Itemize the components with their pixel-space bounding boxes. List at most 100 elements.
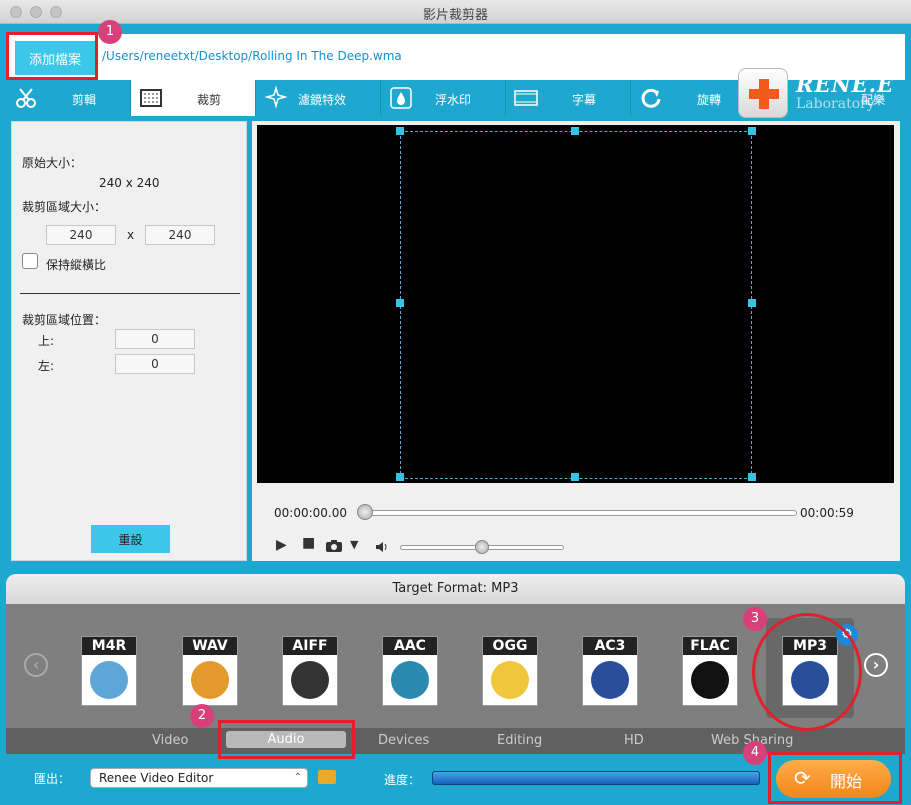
crop-handle-right[interactable] — [748, 299, 756, 307]
title-bar: 影片裁剪器 — [0, 0, 911, 24]
preview-panel: 00:00:00.00 00:00:59 ▶ ■ ▼ — [252, 121, 900, 561]
annotation-badge-3: 3 — [743, 607, 767, 631]
watermark-drop-icon — [390, 87, 412, 109]
video-preview — [257, 125, 894, 483]
crop-settings-panel: 原始大小： 240 x 240 裁剪區域大小： 240 x 240 保持縱橫比 … — [11, 121, 247, 561]
crop-handle-bottom-left[interactable] — [396, 473, 404, 481]
annotation-box-audio — [218, 720, 355, 759]
top-offset-label: 上: — [38, 334, 55, 348]
previous-format-button[interactable]: ‹ — [24, 653, 48, 677]
flac-logo-icon — [691, 661, 729, 699]
timeline-knob[interactable] — [357, 504, 373, 520]
progress-label: 進度： — [384, 773, 421, 787]
crop-icon — [140, 89, 162, 107]
logo-cross-icon — [738, 68, 788, 118]
progress-bar — [432, 771, 760, 785]
fish-icon — [491, 661, 529, 699]
camera-icon[interactable] — [325, 539, 343, 553]
original-size-value: 240 x 240 — [99, 176, 160, 190]
tab-crop[interactable]: 裁剪 — [131, 80, 256, 116]
format-label: AIFF — [283, 637, 337, 655]
crop-area[interactable] — [400, 131, 752, 479]
volume-icon[interactable] — [375, 541, 389, 553]
crop-handle-top[interactable] — [571, 127, 579, 135]
stop-icon[interactable]: ■ — [302, 535, 315, 551]
file-path: /Users/reneetxt/Desktop/Rolling In The D… — [102, 49, 402, 63]
left-offset-input[interactable]: 0 — [115, 354, 195, 374]
crop-handle-left[interactable] — [396, 299, 404, 307]
tab-label: 旋轉 — [696, 93, 721, 107]
format-aiff[interactable]: AIFF — [282, 636, 338, 706]
renee-logo: RENE.E Laboratory — [734, 66, 894, 122]
format-ogg[interactable]: OGG — [482, 636, 538, 706]
top-offset-input[interactable]: 0 — [115, 329, 195, 349]
volume-knob[interactable] — [475, 540, 489, 554]
music-note-icon — [291, 661, 329, 699]
crop-height-input[interactable]: 240 — [145, 225, 215, 245]
annotation-badge-4: 4 — [743, 741, 767, 765]
divider — [20, 293, 240, 294]
rotate-icon — [641, 88, 661, 108]
folder-icon[interactable] — [318, 770, 336, 784]
annotation-box-add-file — [6, 32, 98, 80]
annotation-circle-mp3 — [752, 613, 862, 731]
tab-label: 剪輯 — [71, 93, 96, 107]
format-label: WAV — [183, 637, 237, 655]
tab-subtitles[interactable]: 字幕 — [506, 80, 631, 116]
tab-watermark[interactable]: 浮水印 — [381, 80, 506, 116]
snapshot-menu-chevron-icon[interactable]: ▼ — [350, 538, 358, 551]
tab-filters[interactable]: 濾鏡特效 — [256, 80, 381, 116]
wave-icon — [391, 661, 429, 699]
select-chevron-icon: ⌃ — [293, 772, 302, 783]
crop-position-label: 裁剪區域位置： — [22, 313, 107, 327]
annotation-badge-2: 2 — [190, 704, 214, 728]
format-wav[interactable]: WAV — [182, 636, 238, 706]
category-devices[interactable]: Devices — [378, 733, 429, 748]
tab-label: 字幕 — [571, 93, 596, 107]
tab-trim[interactable]: 剪輯 — [6, 80, 131, 116]
format-label: AC3 — [583, 637, 637, 655]
crop-handle-bottom-right[interactable] — [748, 473, 756, 481]
total-time: 00:00:59 — [800, 506, 854, 520]
logo-text: RENE.E — [796, 72, 894, 97]
format-aac[interactable]: AAC — [382, 636, 438, 706]
crop-width-input[interactable]: 240 — [46, 225, 116, 245]
window-title: 影片裁剪器 — [422, 8, 488, 23]
left-offset-label: 左: — [38, 359, 55, 373]
target-format-header: Target Format: MP3 — [6, 574, 905, 604]
crop-handle-top-left[interactable] — [396, 127, 404, 135]
crop-handle-bottom[interactable] — [571, 473, 579, 481]
format-flac[interactable]: FLAC — [682, 636, 738, 706]
category-video[interactable]: Video — [152, 733, 188, 748]
logo-subtext: Laboratory — [796, 96, 875, 112]
subtitle-film-icon — [514, 90, 538, 106]
annotation-badge-1: 1 — [98, 20, 122, 44]
size-separator: x — [127, 228, 135, 242]
current-time: 00:00:00.00 — [274, 506, 347, 520]
speaker-icon — [591, 661, 629, 699]
crop-size-label: 裁剪區域大小： — [22, 200, 107, 214]
export-label: 匯出： — [34, 772, 71, 786]
crop-handle-top-right[interactable] — [748, 127, 756, 135]
format-label: M4R — [82, 637, 136, 655]
phone-icon — [90, 661, 128, 699]
format-m4r[interactable]: M4R — [81, 636, 137, 706]
tab-label: 裁剪 — [196, 93, 221, 107]
next-format-button[interactable]: › — [864, 653, 888, 677]
category-editing[interactable]: Editing — [497, 733, 542, 748]
tab-label: 濾鏡特效 — [297, 93, 346, 107]
keep-ratio-checkbox[interactable] — [22, 253, 38, 269]
original-size-label: 原始大小： — [22, 156, 83, 170]
tab-label: 浮水印 — [434, 93, 471, 107]
format-category-bar: Video Audio Devices Editing HD Web Shari… — [6, 728, 905, 754]
timeline-slider[interactable] — [357, 510, 797, 516]
format-label: FLAC — [683, 637, 737, 655]
play-icon[interactable]: ▶ — [276, 537, 287, 553]
format-label: AAC — [383, 637, 437, 655]
keep-ratio-label: 保持縱橫比 — [46, 258, 107, 272]
category-hd[interactable]: HD — [624, 733, 644, 748]
reset-button[interactable]: 重設 — [91, 525, 170, 553]
export-destination-select[interactable]: Renee Video Editor ⌃ — [90, 768, 308, 788]
export-destination-value: Renee Video Editor — [99, 771, 214, 785]
format-ac3[interactable]: AC3 — [582, 636, 638, 706]
